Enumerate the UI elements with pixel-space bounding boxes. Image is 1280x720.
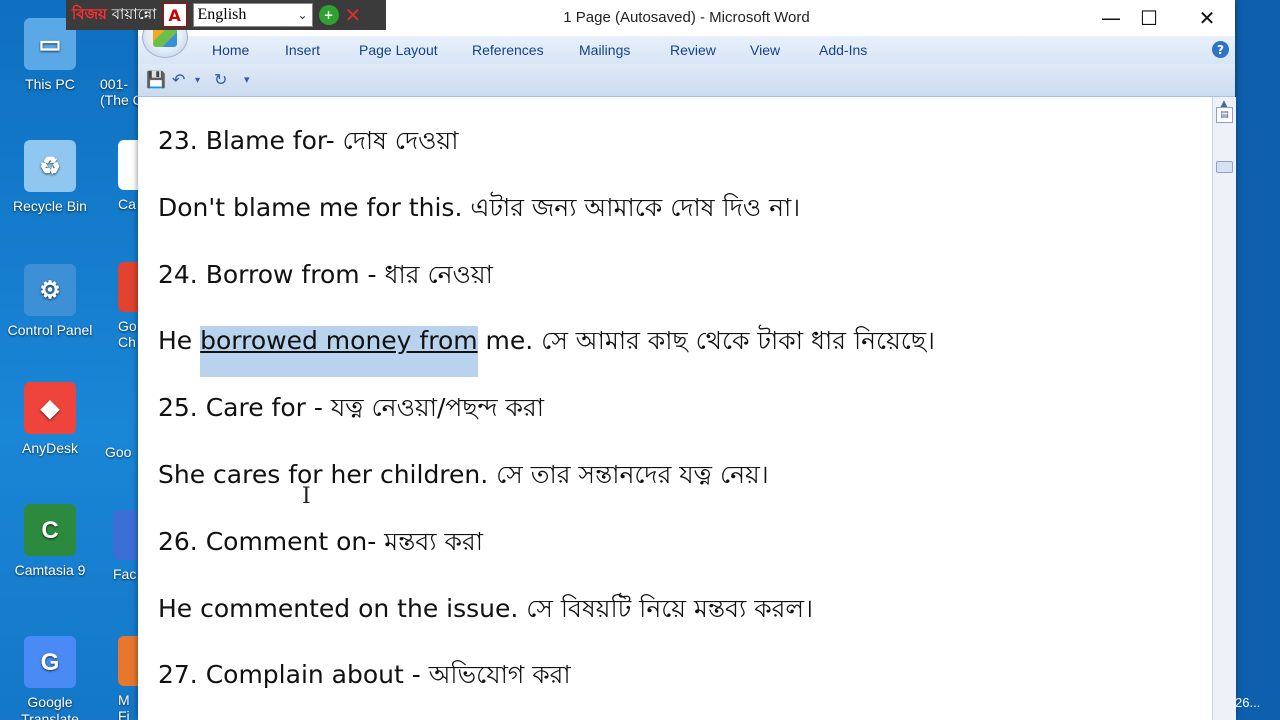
doc-line: 26. Comment on- মন্তব্য করা — [158, 527, 483, 556]
desktop-icon-label: 001- (The C — [100, 76, 140, 108]
desktop-icon-label: M Fi — [118, 692, 130, 720]
desktop-icon-label: This PC — [25, 76, 75, 92]
desktop-icon-peek[interactable]: M Fi — [118, 636, 138, 720]
desktop-icon-label: Control Panel — [7, 322, 93, 338]
desktop-icon-label: Fac — [113, 566, 137, 582]
tab-add-ins[interactable]: Add-Ins — [819, 42, 867, 58]
language-toolbar: বিজয় বায়ান্নো A English ⌄ + ✕ — [66, 0, 386, 30]
maximize-button[interactable]: ☐ — [1123, 0, 1175, 36]
document-area[interactable]: 23. Blame for- দোষ দেওয়া Don't blame me… — [138, 97, 1211, 720]
tab-insert[interactable]: Insert — [285, 42, 320, 58]
view-ruler-icon[interactable]: ▤ — [1216, 107, 1233, 123]
ribbon-tabs: Home Insert Page Layout References Maili… — [138, 36, 1235, 65]
desktop-icon-control-panel[interactable]: ⚙ Control Panel — [0, 264, 100, 339]
desktop-icon-label: Google Translate — [21, 694, 79, 720]
desktop-icon-camtasia[interactable]: C Camtasia 9 — [0, 504, 100, 579]
doc-line: 27. Complain about - অভিযোগ করা — [158, 660, 571, 689]
tab-references[interactable]: References — [472, 42, 544, 58]
desktop-icon-peek[interactable]: Fac — [113, 510, 138, 582]
undo-icon[interactable]: ↶ — [172, 70, 185, 89]
google-translate-icon: G — [24, 636, 76, 688]
desktop-icon-label: Ca — [118, 196, 136, 212]
desktop-icon-google-translate[interactable]: G Google Translate — [0, 636, 100, 720]
plus-icon[interactable]: + — [318, 5, 339, 25]
desktop-icon-peek[interactable]: Go Ch — [118, 262, 138, 350]
help-icon[interactable]: ? — [1212, 41, 1229, 58]
chrome-icon — [105, 388, 138, 438]
doc-line: She cares for her children. সে তার সন্তা… — [158, 460, 769, 489]
chrome-icon — [118, 262, 138, 312]
doc-line: 23. Blame for- দোষ দেওয়া — [158, 126, 459, 155]
vertical-scrollbar[interactable]: ▲ ▤ — [1212, 97, 1236, 720]
tab-home[interactable]: Home — [212, 42, 249, 58]
chevron-down-icon: ⌄ — [297, 7, 308, 22]
doc-line: He commented on the issue. সে বিষয়টি নি… — [158, 594, 814, 623]
desktop-icon-recycle-bin[interactable]: ♻ Recycle Bin — [0, 140, 100, 215]
doc-text: He — [158, 326, 201, 355]
desktop-icon-anydesk[interactable]: ◆ AnyDesk — [0, 382, 100, 457]
tab-page-layout[interactable]: Page Layout — [359, 42, 438, 58]
tab-mailings[interactable]: Mailings — [579, 42, 630, 58]
desktop-icon-label: AnyDesk — [21, 440, 79, 456]
close-icon[interactable]: ✕ — [345, 3, 362, 27]
desktop-icon-label: Goo — [105, 444, 132, 460]
firefox-icon — [118, 636, 138, 686]
quick-access-toolbar: 💾 ↶ ▾ ↻ ▾ — [138, 64, 1235, 97]
desktop-icon-label: Go Ch — [118, 318, 137, 350]
scrollbar-thumb[interactable] — [1216, 161, 1233, 173]
customize-toolbar-icon[interactable]: ▾ — [244, 73, 250, 86]
facebook-icon — [113, 510, 138, 560]
office-logo-icon — [153, 27, 177, 47]
desktop-icon-peek[interactable]: Ca — [118, 140, 138, 212]
undo-dropdown-icon[interactable]: ▾ — [195, 75, 200, 86]
background-window-strip: 26... — [1235, 0, 1280, 720]
word-window: 1 Page (Autosaved) - Microsoft Word — ☐ … — [138, 0, 1236, 720]
tab-review[interactable]: Review — [670, 42, 716, 58]
save-icon[interactable]: 💾 — [146, 70, 166, 89]
doc-line: 24. Borrow from - ধার নেওয়া — [158, 260, 493, 289]
doc-line-with-selection: He borrowed money from me. সে আমার কাছ থ… — [158, 321, 935, 377]
language-select[interactable]: English ⌄ — [192, 3, 313, 27]
language-select-value: English — [197, 6, 247, 23]
anydesk-icon: ◆ — [24, 382, 76, 434]
bijoy-logo[interactable]: বিজয় বায়ান্নো — [72, 3, 157, 28]
desktop-icon-peek[interactable]: 001- (The C — [100, 22, 140, 108]
app-icon — [118, 140, 138, 190]
doc-line: Don't blame me for this. এটার জন্য আমাকে… — [158, 193, 801, 222]
desktop-icon-peek[interactable]: Goo — [105, 388, 138, 460]
redo-icon[interactable]: ↻ — [214, 70, 227, 89]
control-panel-icon: ⚙ — [24, 264, 76, 316]
close-button[interactable]: ✕ — [1181, 0, 1233, 36]
desktop-icon-label: Recycle Bin — [13, 198, 87, 214]
desktop-icon-label: Camtasia 9 — [14, 562, 86, 578]
text-cursor-icon: I — [302, 484, 311, 509]
taskbar-peek-text: 26... — [1235, 695, 1261, 710]
camtasia-icon: C — [24, 504, 76, 556]
doc-text: me. সে আমার কাছ থেকে টাকা ধার নিয়েছে। — [477, 326, 935, 355]
recycle-bin-icon: ♻ — [24, 140, 76, 192]
doc-line: 25. Care for - যত্ন নেওয়া/পছন্দ করা — [158, 393, 544, 422]
bijoy-a-icon[interactable]: A — [162, 3, 187, 27]
selected-text[interactable]: borrowed money from — [200, 326, 478, 377]
tab-view[interactable]: View — [750, 42, 780, 58]
